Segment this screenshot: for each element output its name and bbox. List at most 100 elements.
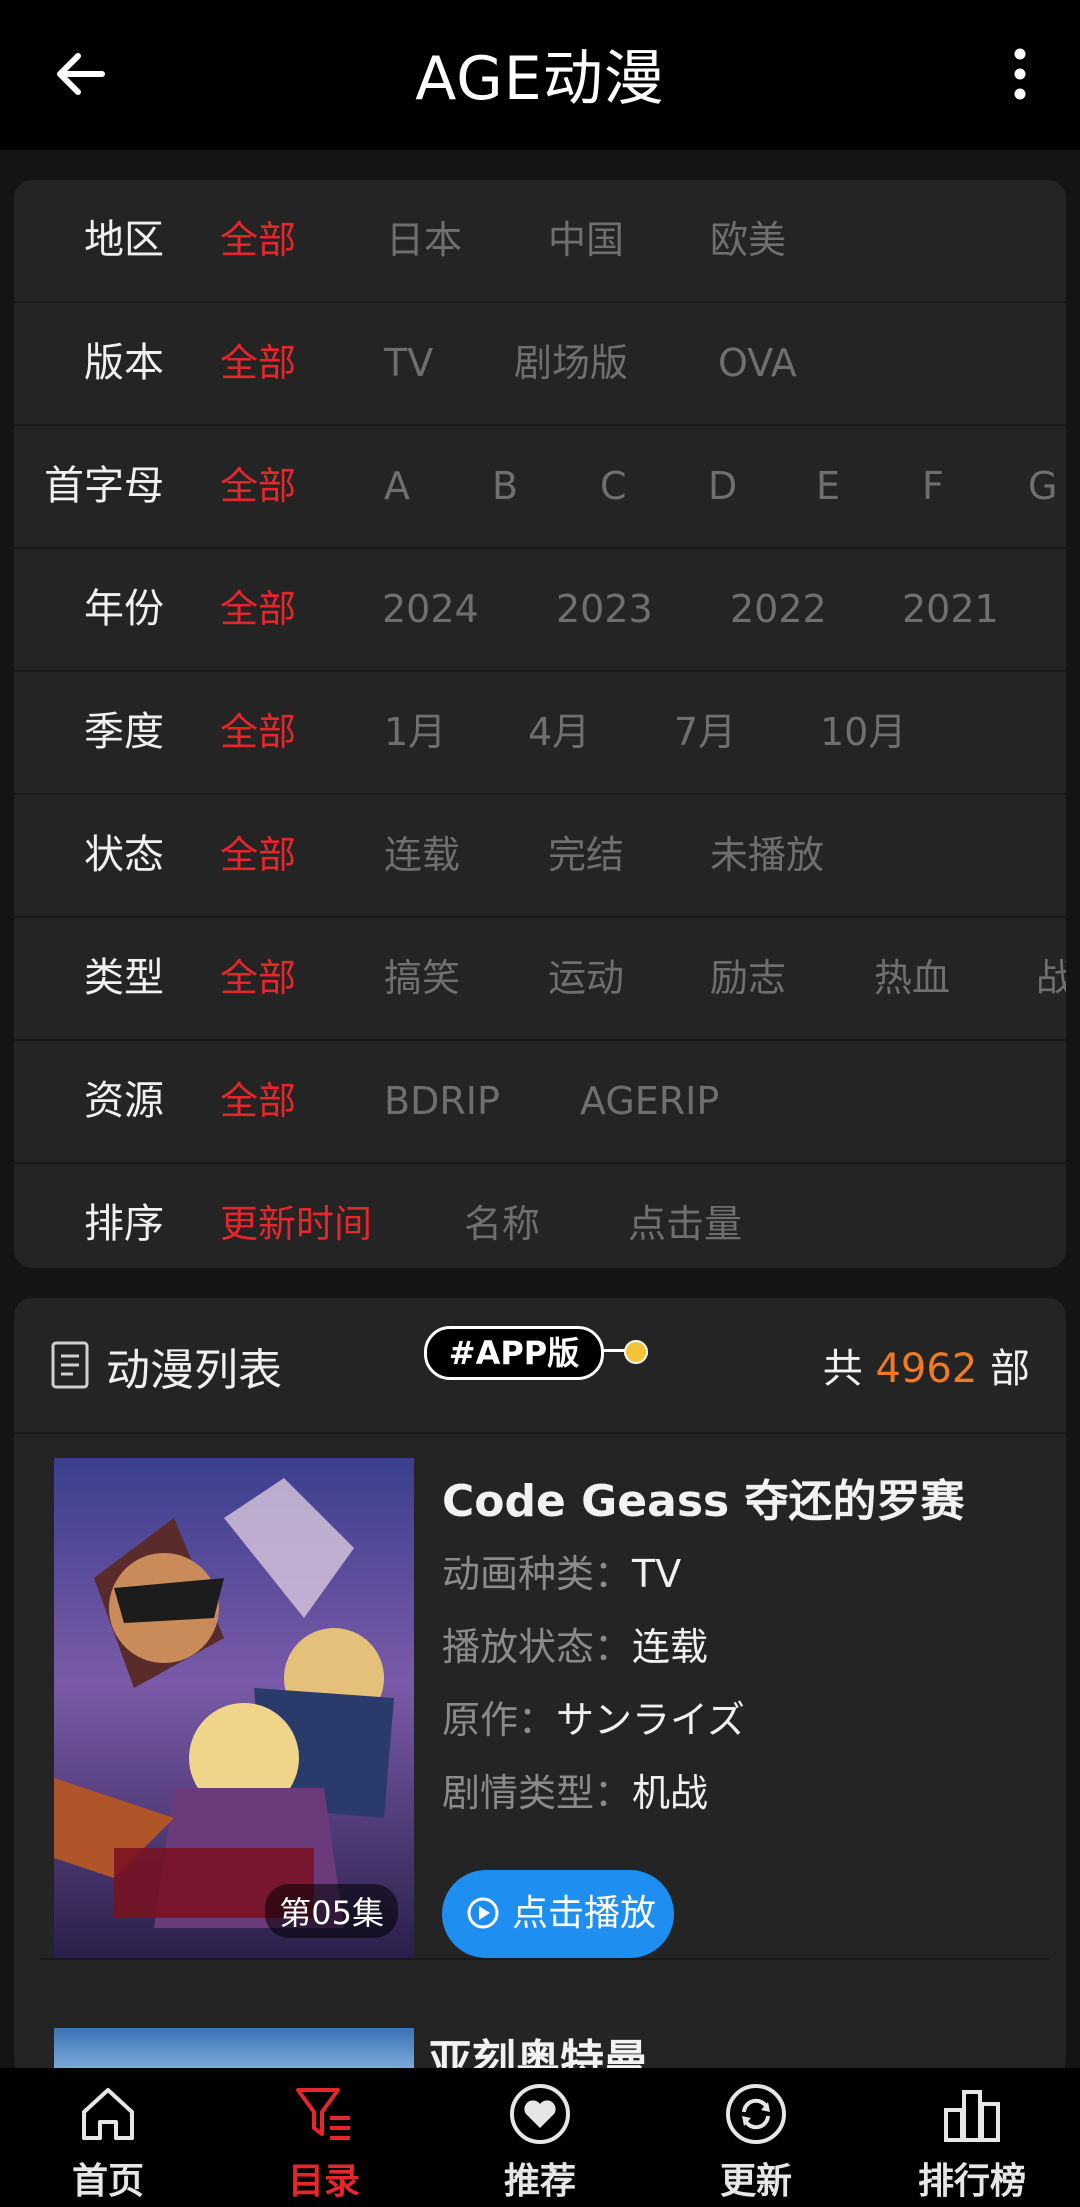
info-row-original: 原作：サンライズ bbox=[442, 1684, 1042, 1757]
filter-option[interactable]: 搞笑 bbox=[384, 918, 460, 1039]
info-value: 机战 bbox=[632, 1771, 709, 1815]
filter-option[interactable]: TV bbox=[384, 303, 433, 424]
filter-option[interactable]: 战 bbox=[1036, 918, 1066, 1039]
info-row-genre: 剧情类型：机战 bbox=[442, 1757, 1042, 1830]
catalog-filter-icon bbox=[296, 2088, 350, 2140]
nav-recommend[interactable]: 推荐 bbox=[432, 2068, 648, 2207]
filter-option[interactable]: 名称 bbox=[464, 1164, 540, 1268]
refresh-icon bbox=[726, 2084, 786, 2144]
anime-list-item[interactable]: 第05集 Code Geass 夺还的罗赛 动画种类：TV 播放状态：连载 原作… bbox=[40, 1458, 1050, 1960]
filter-option[interactable]: 欧美 bbox=[710, 180, 786, 301]
filter-option[interactable]: 4月 bbox=[528, 672, 590, 793]
filter-option[interactable]: 运动 bbox=[548, 918, 624, 1039]
filter-option[interactable]: 全部 bbox=[220, 303, 296, 424]
filter-label: 版本 bbox=[84, 340, 164, 386]
app-version-tag: #APP版 bbox=[424, 1326, 604, 1380]
info-value: 连载 bbox=[632, 1625, 709, 1669]
filter-panel: 地区 全部 日本 中国 欧美 版本 全部 TV 剧场版 OVA 首字母 全部 A… bbox=[14, 180, 1066, 1268]
document-icon bbox=[51, 1341, 89, 1389]
filter-option[interactable]: 全部 bbox=[220, 549, 296, 670]
filter-option[interactable]: 2021 bbox=[902, 549, 999, 670]
count-number: 4962 bbox=[875, 1346, 978, 1392]
filter-row-region: 地区 全部 日本 中国 欧美 bbox=[14, 180, 1066, 303]
info-key: 原作： bbox=[442, 1698, 557, 1742]
filter-option[interactable]: 励志 bbox=[710, 918, 786, 1039]
nav-label: 更新 bbox=[719, 2161, 792, 2202]
filter-option[interactable]: 中国 bbox=[548, 180, 624, 301]
play-button[interactable]: 点击播放 bbox=[442, 1870, 674, 1958]
filter-label: 类型 bbox=[84, 955, 164, 1001]
filter-option[interactable]: 全部 bbox=[220, 1041, 296, 1162]
tag-dot bbox=[624, 1340, 648, 1364]
filter-label: 年份 bbox=[84, 586, 164, 632]
list-title: 动漫列表 bbox=[106, 1345, 282, 1396]
filter-option[interactable]: 全部 bbox=[220, 918, 296, 1039]
nav-label: 排行榜 bbox=[917, 2161, 1026, 2202]
more-menu-icon[interactable] bbox=[1000, 48, 1040, 100]
filter-option[interactable]: 10月 bbox=[820, 672, 906, 793]
filter-option[interactable]: 完结 bbox=[548, 795, 624, 916]
bottom-navigation: 首页 目录 推荐 更新 排行榜 bbox=[0, 2068, 1080, 2207]
filter-option[interactable]: E bbox=[816, 426, 840, 547]
filter-option[interactable]: 未播放 bbox=[710, 795, 824, 916]
list-count: 共 4962 部 bbox=[823, 1336, 1030, 1394]
filter-option[interactable]: G bbox=[1028, 426, 1057, 547]
count-prefix: 共 bbox=[822, 1346, 863, 1392]
info-key: 剧情类型： bbox=[442, 1771, 633, 1815]
filter-option[interactable]: 剧场版 bbox=[514, 303, 628, 424]
filter-option[interactable]: 全部 bbox=[220, 795, 296, 916]
filter-option[interactable]: 7月 bbox=[674, 672, 736, 793]
filter-option[interactable]: A bbox=[384, 426, 410, 547]
filter-row-version: 版本 全部 TV 剧场版 OVA bbox=[14, 303, 1066, 426]
info-key: 播放状态： bbox=[442, 1625, 633, 1669]
info-value: サンライズ bbox=[556, 1698, 745, 1742]
info-value: TV bbox=[632, 1552, 682, 1596]
filter-row-initial: 首字母 全部 A B C D E F G bbox=[14, 426, 1066, 549]
filter-option[interactable]: 日本 bbox=[386, 180, 462, 301]
nav-ranking[interactable]: 排行榜 bbox=[864, 2068, 1080, 2207]
app-title: AGE动漫 bbox=[415, 44, 665, 114]
info-key: 动画种类： bbox=[442, 1552, 633, 1596]
nav-home[interactable]: 首页 bbox=[0, 2068, 216, 2207]
filter-option[interactable]: D bbox=[708, 426, 737, 547]
heart-icon bbox=[510, 2084, 570, 2144]
poster-artwork bbox=[54, 1458, 414, 1958]
filter-label: 地区 bbox=[84, 217, 164, 263]
filter-option[interactable]: 2023 bbox=[556, 549, 653, 670]
anime-poster[interactable]: 第05集 bbox=[54, 1458, 414, 1958]
filter-option[interactable]: B bbox=[492, 426, 518, 547]
nav-label: 推荐 bbox=[503, 2161, 576, 2202]
filter-option[interactable]: 更新时间 bbox=[220, 1164, 372, 1268]
filter-option[interactable]: 全部 bbox=[220, 426, 296, 547]
info-row-type: 动画种类：TV bbox=[442, 1538, 1042, 1611]
filter-option[interactable]: 连载 bbox=[384, 795, 460, 916]
anime-list-panel: 动漫列表 共 4962 部 第05集 Code Geass 夺还的罗赛 动画种类… bbox=[14, 1298, 1066, 2078]
filter-label: 资源 bbox=[84, 1078, 164, 1124]
filter-row-sort: 排序 更新时间 名称 点击量 bbox=[14, 1164, 1066, 1268]
top-app-bar: AGE动漫 bbox=[0, 0, 1080, 150]
filter-row-status: 状态 全部 连载 完结 未播放 bbox=[14, 795, 1066, 918]
play-circle-icon bbox=[467, 1897, 499, 1929]
filter-option[interactable]: F bbox=[922, 426, 944, 547]
anime-title[interactable]: Code Geass 夺还的罗赛 bbox=[442, 1466, 1042, 1538]
anime-info: Code Geass 夺还的罗赛 动画种类：TV 播放状态：连载 原作：サンライ… bbox=[442, 1458, 1042, 1830]
filter-row-source: 资源 全部 BDRIP AGERIP bbox=[14, 1041, 1066, 1164]
ranking-icon bbox=[944, 2090, 1000, 2142]
filter-option[interactable]: C bbox=[600, 426, 627, 547]
filter-option[interactable]: OVA bbox=[718, 303, 797, 424]
filter-option[interactable]: 点击量 bbox=[628, 1164, 742, 1268]
filter-option[interactable]: 全部 bbox=[220, 672, 296, 793]
filter-option[interactable]: 2022 bbox=[730, 549, 827, 670]
nav-catalog[interactable]: 目录 bbox=[216, 2068, 432, 2207]
filter-option[interactable]: AGERIP bbox=[580, 1041, 719, 1162]
filter-option[interactable]: BDRIP bbox=[384, 1041, 500, 1162]
filter-label: 状态 bbox=[84, 832, 164, 878]
filter-option[interactable]: 热血 bbox=[874, 918, 950, 1039]
filter-option[interactable]: 全部 bbox=[220, 180, 296, 301]
nav-label: 目录 bbox=[287, 2161, 360, 2202]
info-row-status: 播放状态：连载 bbox=[442, 1611, 1042, 1684]
nav-update[interactable]: 更新 bbox=[648, 2068, 864, 2207]
filter-option[interactable]: 2024 bbox=[382, 549, 479, 670]
play-label: 点击播放 bbox=[512, 1893, 657, 1934]
filter-option[interactable]: 1月 bbox=[384, 672, 446, 793]
